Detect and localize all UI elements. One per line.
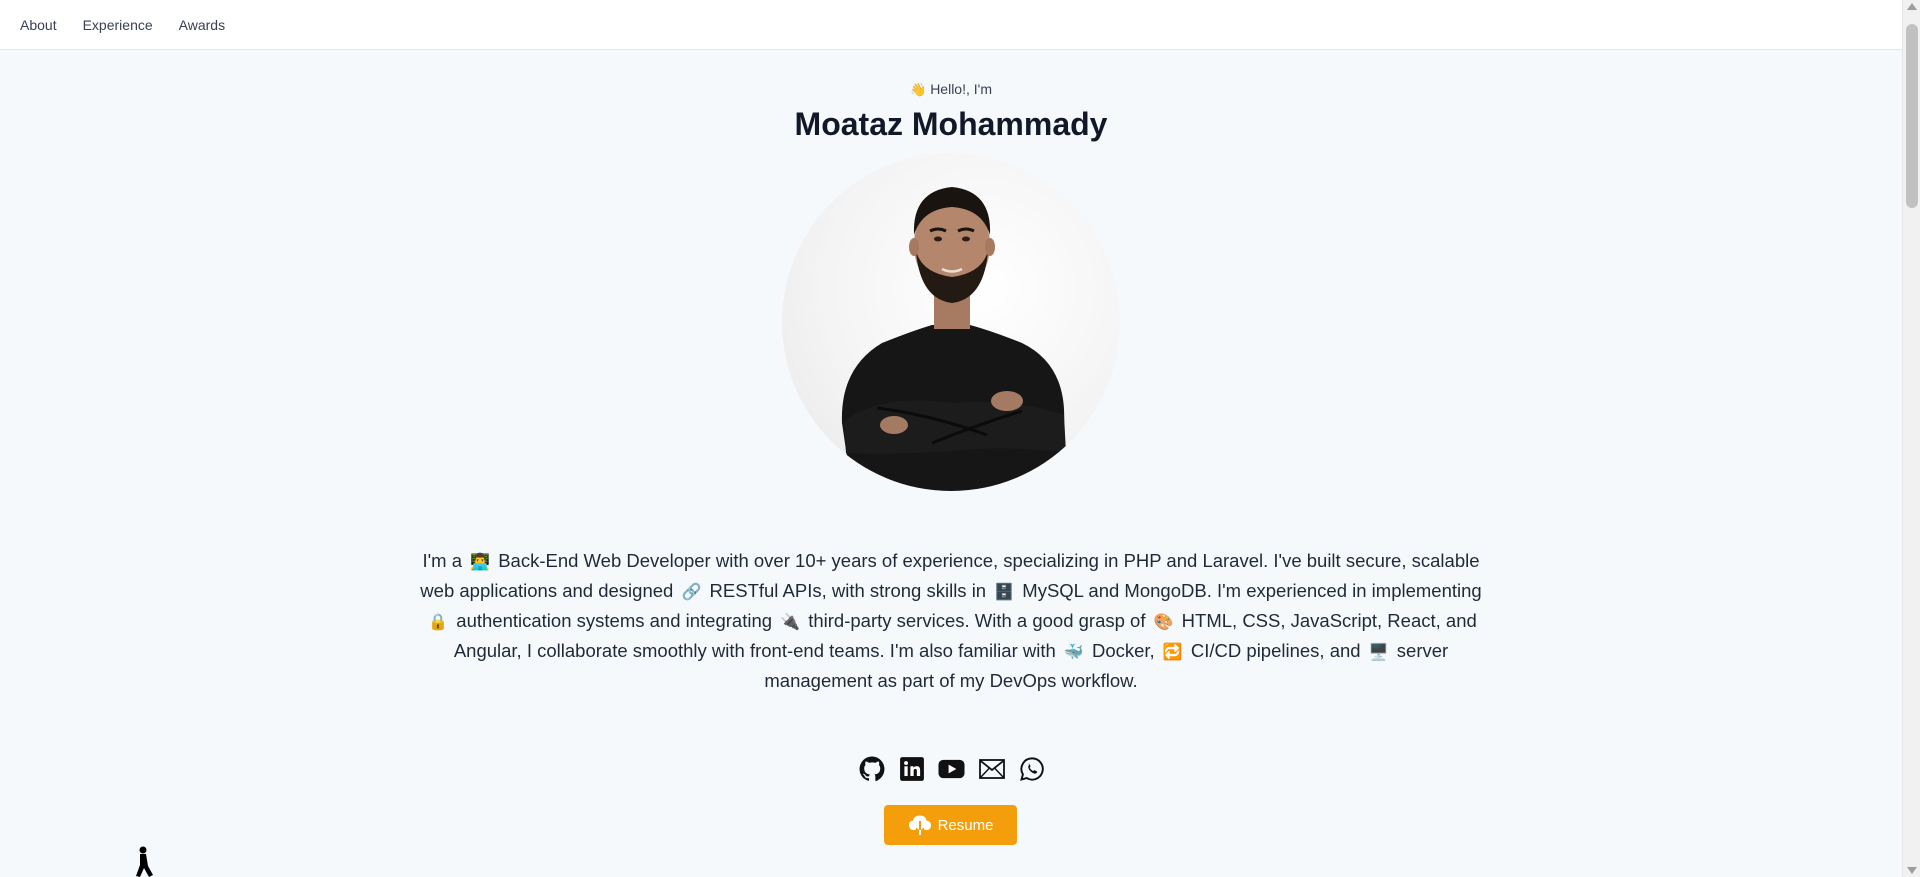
greeting-text: Hello!, I'm: [930, 81, 992, 97]
bio-text: third-party services. With a good grasp …: [803, 609, 1151, 631]
social-links: [858, 755, 1045, 783]
resume-label: Resume: [937, 816, 994, 834]
bio-text: RESTful APIs, with strong skills in: [704, 579, 992, 601]
email-icon[interactable]: [978, 756, 1005, 783]
bio-text: Docker,: [1086, 639, 1160, 661]
linkedin-icon[interactable]: [898, 756, 925, 783]
bio-text: authentication systems and integrating: [451, 609, 778, 631]
cloud-download-icon: [908, 815, 931, 835]
profile-photo: [841, 187, 1066, 491]
link-emoji-icon: 🔗: [681, 583, 702, 601]
plug-emoji-icon: 🔌: [780, 613, 801, 631]
scrollbar-thumb[interactable]: [1906, 24, 1918, 208]
resume-button[interactable]: Resume: [884, 805, 1017, 845]
youtube-icon[interactable]: [938, 756, 965, 783]
bio-text: I'm a: [422, 549, 468, 571]
top-navigation: About Experience Awards: [0, 0, 1902, 50]
database-emoji-icon: 🗄️: [994, 583, 1015, 601]
avatar: [782, 153, 1120, 491]
whatsapp-icon[interactable]: [1018, 756, 1045, 783]
nav-link-about[interactable]: About: [20, 0, 57, 50]
page-title: Moataz Mohammady: [794, 106, 1108, 142]
bio-text: MySQL and MongoDB. I'm experienced in im…: [1017, 579, 1482, 601]
page-scrollbar[interactable]: [1902, 0, 1920, 877]
nav-link-awards[interactable]: Awards: [179, 0, 225, 50]
nav-link-experience[interactable]: Experience: [83, 0, 153, 50]
developer-emoji-icon: 👨‍💻: [470, 553, 491, 571]
scroll-up-arrow-icon[interactable]: [1907, 3, 1917, 10]
bio-paragraph: I'm a 👨‍💻 Back-End Web Developer with ov…: [416, 547, 1486, 695]
greeting: 👋 Hello!, I'm: [0, 80, 1902, 98]
scroll-down-arrow-icon[interactable]: [1907, 867, 1917, 874]
waving-hand-icon: 👋: [910, 82, 927, 97]
palette-emoji-icon: 🎨: [1153, 613, 1174, 631]
hero-section: 👋 Hello!, I'm Moataz Mohammady: [0, 50, 1902, 144]
figure-silhouette-icon: [136, 846, 153, 877]
lock-emoji-icon: 🔒: [428, 613, 449, 631]
github-icon[interactable]: [858, 756, 885, 783]
whale-emoji-icon: 🐳: [1063, 643, 1084, 661]
repeat-emoji-icon: 🔁: [1162, 643, 1183, 661]
bio-text: CI/CD pipelines, and: [1185, 639, 1366, 661]
computer-emoji-icon: 🖥️: [1368, 643, 1389, 661]
